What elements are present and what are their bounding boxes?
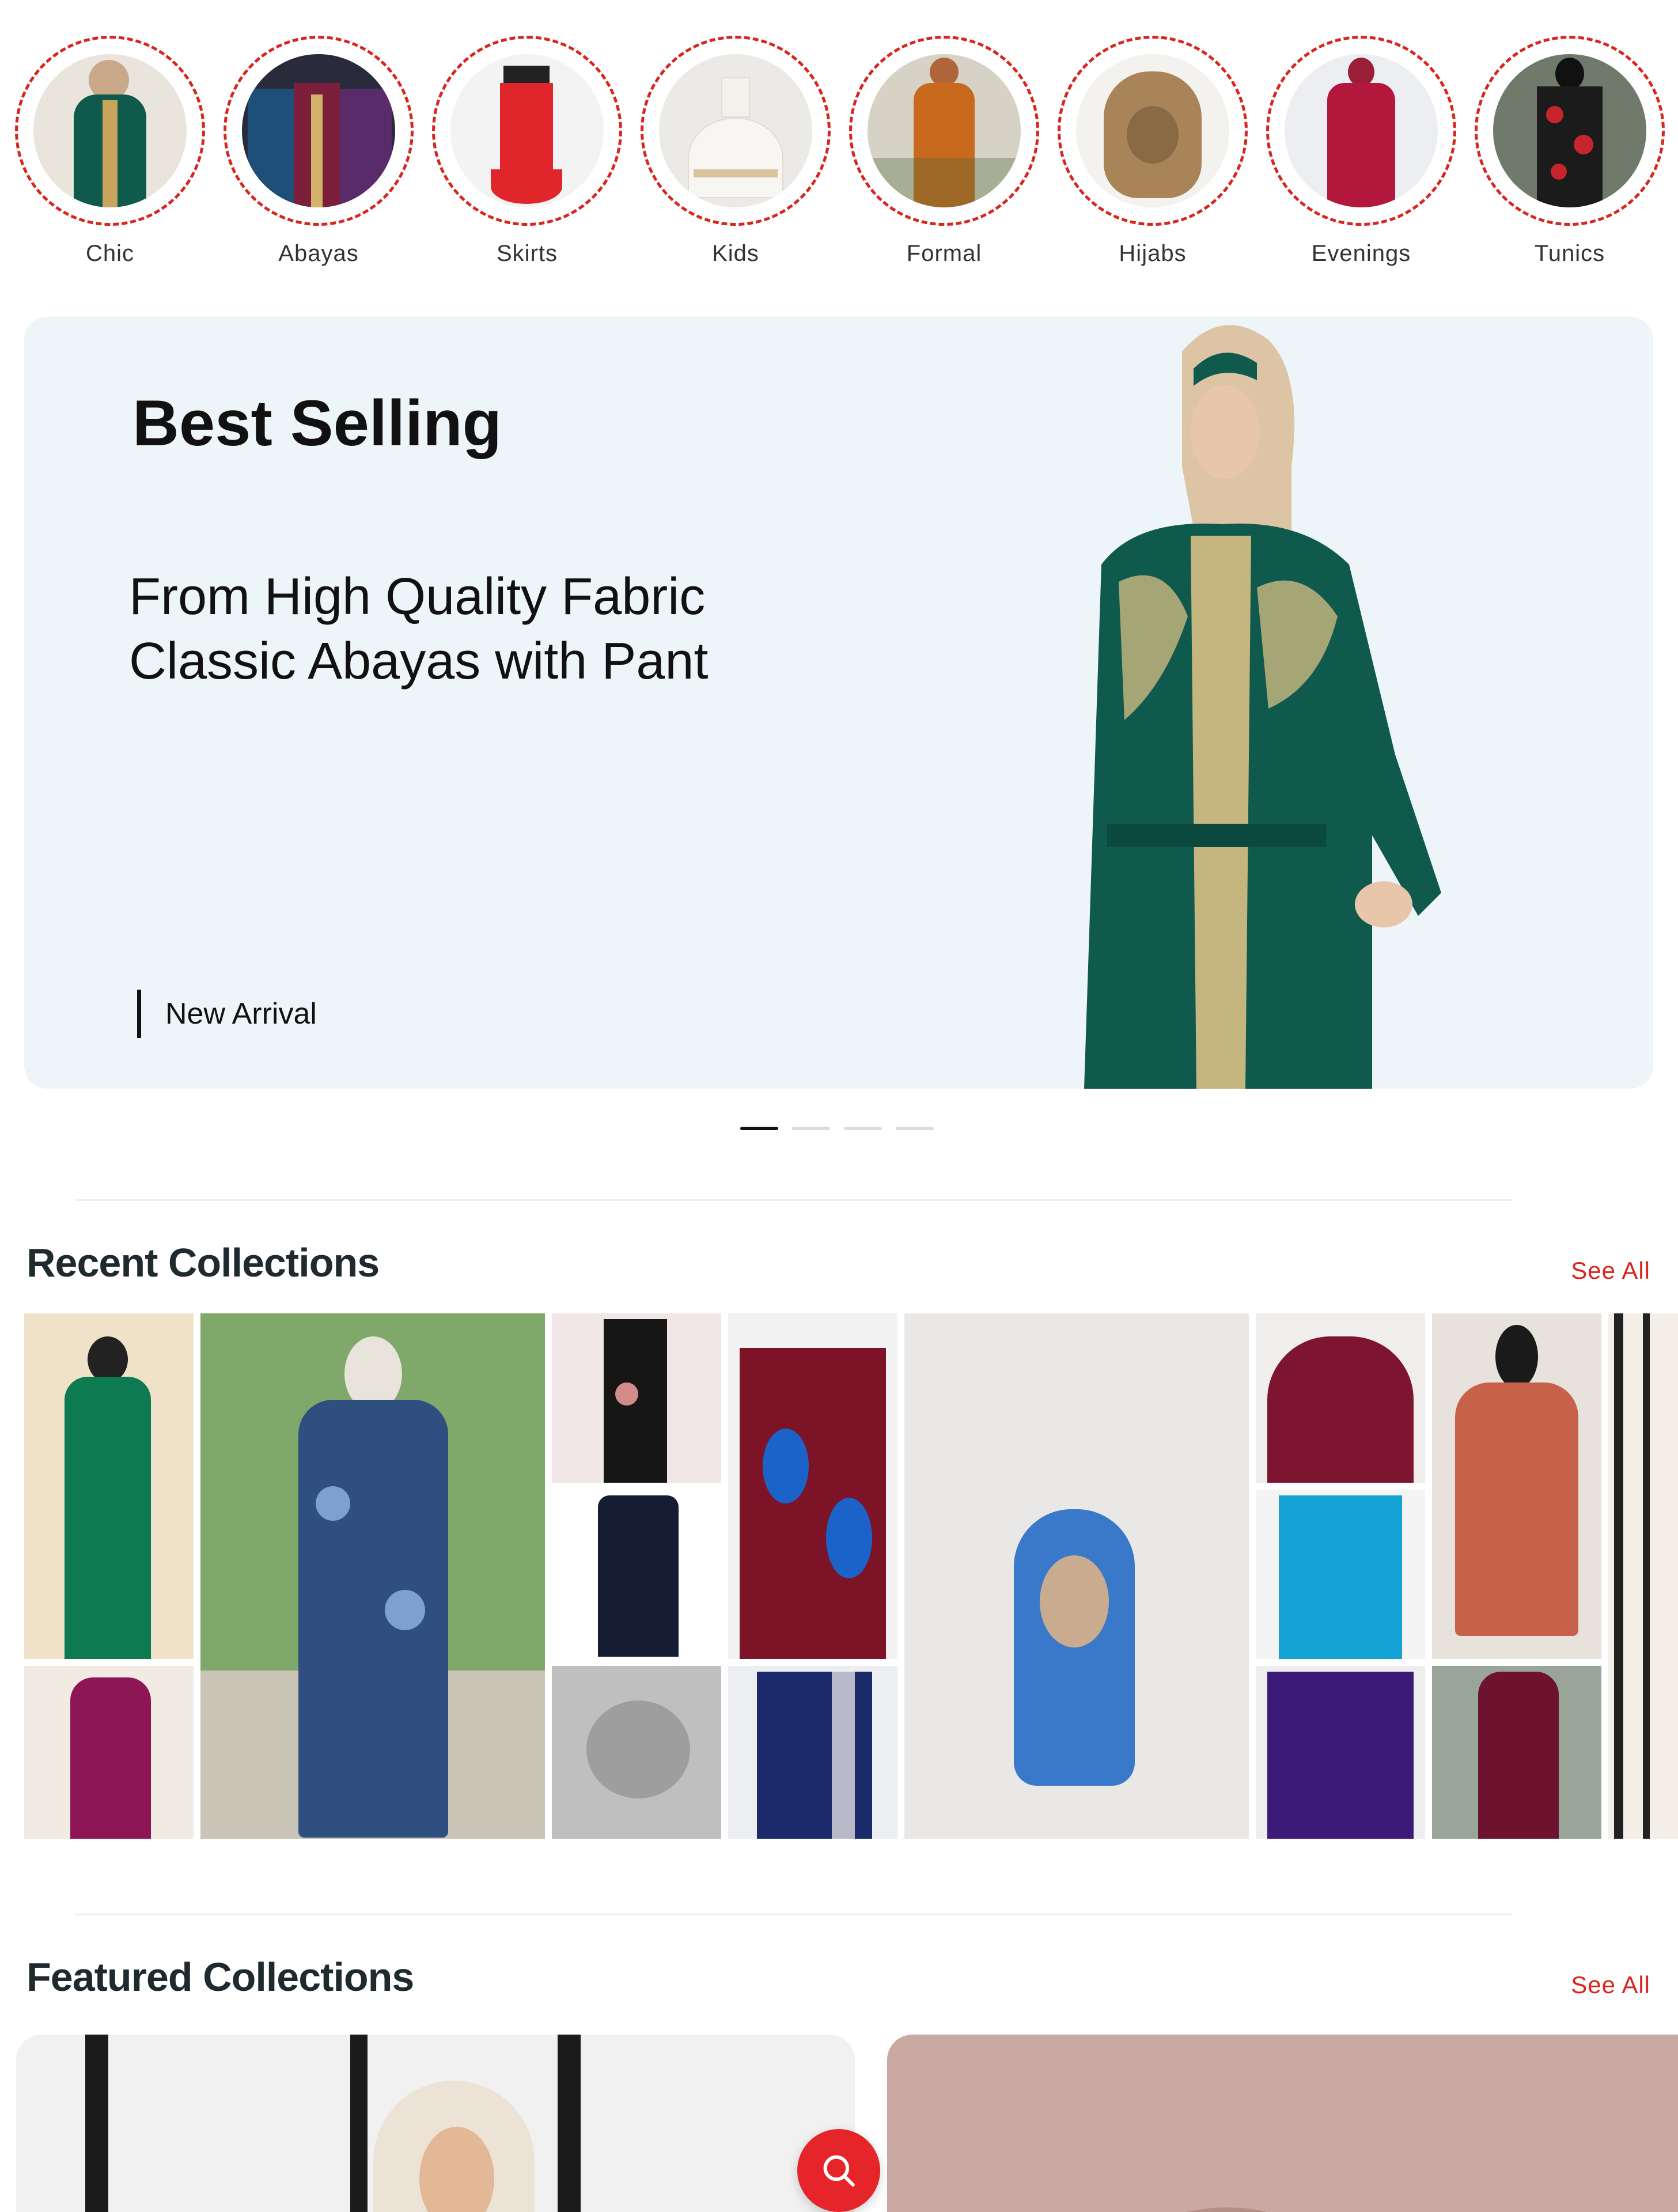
product-tile[interactable] bbox=[1608, 1313, 1678, 1839]
featured-card[interactable] bbox=[887, 2035, 1678, 2212]
product-tile[interactable] bbox=[552, 1490, 721, 1659]
product-tile[interactable] bbox=[1256, 1490, 1425, 1659]
category-tunics[interactable]: Tunics bbox=[1475, 36, 1665, 267]
category-skirts[interactable]: Skirts bbox=[432, 36, 622, 267]
category-evenings[interactable]: Evenings bbox=[1266, 36, 1456, 267]
pagination-dot[interactable] bbox=[844, 1127, 882, 1130]
product-tile[interactable] bbox=[904, 1313, 1249, 1839]
formal-dress-image bbox=[868, 54, 1021, 207]
category-kids[interactable]: Kids bbox=[641, 36, 831, 267]
story-ring bbox=[224, 36, 414, 226]
category-formal[interactable]: Formal bbox=[849, 36, 1039, 267]
product-tile[interactable] bbox=[728, 1666, 897, 1839]
kids-dress-image bbox=[659, 54, 812, 207]
banner-model-image bbox=[1084, 325, 1441, 1089]
pagination-dot-active[interactable] bbox=[740, 1127, 778, 1130]
product-tile[interactable] bbox=[728, 1313, 897, 1659]
category-abayas[interactable]: Abayas bbox=[224, 36, 414, 267]
search-button[interactable] bbox=[797, 2129, 880, 2212]
story-ring bbox=[1058, 36, 1248, 226]
category-label: Tunics bbox=[1534, 241, 1605, 266]
product-tile[interactable] bbox=[24, 1313, 194, 1659]
section-divider bbox=[75, 1199, 1513, 1201]
evening-dress-image bbox=[1285, 54, 1438, 207]
category-label: Chic bbox=[85, 241, 135, 266]
chic-dress-image bbox=[33, 54, 187, 207]
product-tile[interactable] bbox=[552, 1313, 721, 1483]
featured-collections-title: Featured Collections bbox=[26, 1955, 414, 1999]
pagination-dot[interactable] bbox=[896, 1127, 934, 1130]
recent-collections-grid bbox=[24, 1313, 1678, 1839]
category-label: Evenings bbox=[1311, 241, 1411, 266]
product-tile[interactable] bbox=[200, 1313, 545, 1839]
hijab-image bbox=[1076, 54, 1229, 207]
product-tile[interactable] bbox=[24, 1666, 194, 1839]
banner-subtitle-line1: From High Quality Fabric bbox=[129, 568, 706, 626]
story-ring bbox=[1475, 36, 1665, 226]
search-icon bbox=[823, 2155, 855, 2187]
story-ring bbox=[1266, 36, 1456, 226]
category-label: Hijabs bbox=[1119, 241, 1187, 266]
hero-banner[interactable]: Best Selling From High Quality Fabric Cl… bbox=[24, 317, 1653, 1089]
story-ring bbox=[15, 36, 205, 226]
product-tile[interactable] bbox=[1432, 1666, 1601, 1839]
banner-pagination bbox=[740, 1127, 934, 1131]
skirts-image bbox=[450, 54, 604, 207]
category-label: Abayas bbox=[278, 241, 359, 266]
category-label: Formal bbox=[906, 241, 982, 266]
product-tile[interactable] bbox=[1256, 1666, 1425, 1839]
story-ring bbox=[641, 36, 831, 226]
recent-collections-title: Recent Collections bbox=[26, 1240, 380, 1285]
product-tile[interactable] bbox=[1256, 1313, 1425, 1483]
recent-see-all-link[interactable]: See All bbox=[1571, 1257, 1650, 1285]
featured-see-all-link[interactable]: See All bbox=[1571, 1971, 1650, 1999]
category-label: Kids bbox=[712, 241, 759, 266]
pagination-dot[interactable] bbox=[792, 1127, 830, 1130]
featured-card[interactable] bbox=[16, 2035, 855, 2212]
product-tile[interactable] bbox=[552, 1666, 721, 1839]
story-ring bbox=[849, 36, 1039, 226]
banner-subtitle: From High Quality Fabric Classic Abayas … bbox=[129, 565, 708, 694]
product-tile[interactable] bbox=[1432, 1313, 1601, 1659]
category-hijabs[interactable]: Hijabs bbox=[1058, 36, 1248, 267]
story-ring bbox=[432, 36, 622, 226]
tunic-image bbox=[1493, 54, 1646, 207]
abayas-image bbox=[242, 54, 395, 207]
category-stories: Chic Abayas Skirts Kids Formal Hijabs Ev… bbox=[15, 36, 1674, 266]
category-label: Skirts bbox=[497, 241, 558, 266]
category-chic[interactable]: Chic bbox=[15, 36, 205, 267]
section-divider bbox=[75, 1914, 1513, 1915]
banner-tag: New Arrival bbox=[137, 990, 317, 1038]
banner-title: Best Selling bbox=[132, 387, 502, 459]
banner-subtitle-line2: Classic Abayas with Pant bbox=[129, 632, 709, 690]
